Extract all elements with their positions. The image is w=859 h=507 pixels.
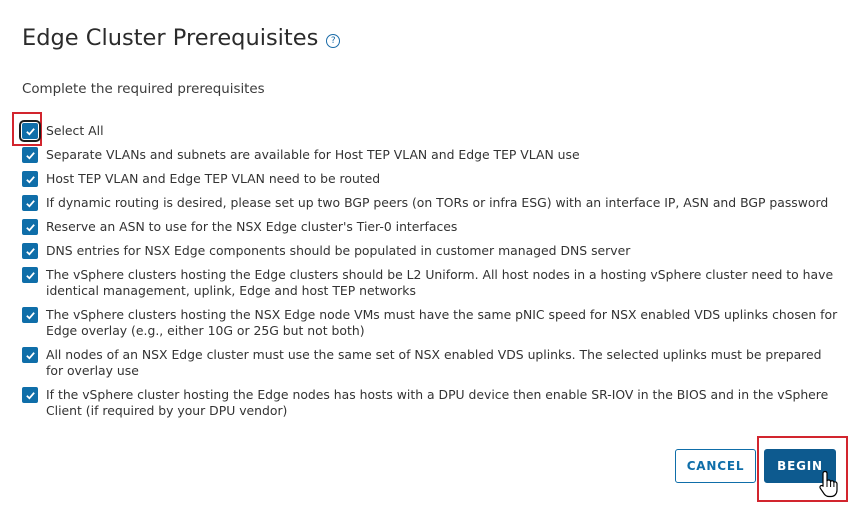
item-label: Separate VLANs and subnets are available… <box>46 147 580 162</box>
item-label: DNS entries for NSX Edge components shou… <box>46 243 631 258</box>
checklist-item[interactable]: The vSphere clusters hosting the Edge cl… <box>22 267 838 299</box>
item-label: The vSphere clusters hosting the NSX Edg… <box>46 307 838 338</box>
item-checkbox[interactable] <box>22 243 38 259</box>
item-checkbox[interactable] <box>22 387 38 403</box>
item-checkbox[interactable] <box>22 347 38 363</box>
item-checkbox[interactable] <box>22 171 38 187</box>
checklist-item[interactable]: Host TEP VLAN and Edge TEP VLAN need to … <box>22 171 838 187</box>
item-label: Reserve an ASN to use for the NSX Edge c… <box>46 219 458 234</box>
checklist-item[interactable]: If dynamic routing is desired, please se… <box>22 195 838 211</box>
checklist-item[interactable]: If the vSphere cluster hosting the Edge … <box>22 387 838 419</box>
checklist-item[interactable]: The vSphere clusters hosting the NSX Edg… <box>22 307 838 339</box>
checkmark-icon <box>25 271 35 280</box>
question-circle-icon[interactable]: ? <box>326 34 341 48</box>
item-checkbox[interactable] <box>22 219 38 235</box>
checklist-item[interactable]: DNS entries for NSX Edge components shou… <box>22 243 838 259</box>
dialog-title-text: Edge Cluster Prerequisites <box>22 25 319 51</box>
item-label: All nodes of an NSX Edge cluster must us… <box>46 347 822 378</box>
dialog-title: Edge Cluster Prerequisites ? <box>22 25 341 51</box>
dialog-subtitle: Complete the required prerequisites <box>22 82 265 97</box>
hand-pointer-icon <box>819 470 838 498</box>
item-checkbox[interactable] <box>22 195 38 211</box>
checkmark-icon <box>25 223 35 232</box>
checklist-item[interactable]: Reserve an ASN to use for the NSX Edge c… <box>22 219 838 235</box>
checkmark-icon <box>25 247 35 256</box>
checklist-item[interactable]: Separate VLANs and subnets are available… <box>22 147 838 163</box>
select-all-checkbox[interactable] <box>19 120 41 142</box>
checkmark-icon <box>25 311 35 320</box>
cancel-button[interactable]: CANCEL <box>675 449 756 483</box>
select-all-row[interactable]: Select All <box>19 120 838 142</box>
item-label: If dynamic routing is desired, please se… <box>46 195 829 210</box>
checkmark-icon <box>25 127 35 136</box>
checkmark-icon <box>25 199 35 208</box>
checkmark-icon <box>25 391 35 400</box>
checklist-item[interactable]: All nodes of an NSX Edge cluster must us… <box>22 347 838 379</box>
item-checkbox[interactable] <box>22 307 38 323</box>
item-checkbox[interactable] <box>22 267 38 283</box>
checkmark-icon <box>25 151 35 160</box>
item-label: Host TEP VLAN and Edge TEP VLAN need to … <box>46 171 381 186</box>
select-all-label: Select All <box>46 123 104 138</box>
item-label: The vSphere clusters hosting the Edge cl… <box>46 267 834 298</box>
checkmark-icon <box>25 175 35 184</box>
item-label: If the vSphere cluster hosting the Edge … <box>46 387 829 418</box>
checkmark-icon <box>25 351 35 360</box>
item-checkbox[interactable] <box>22 147 38 163</box>
